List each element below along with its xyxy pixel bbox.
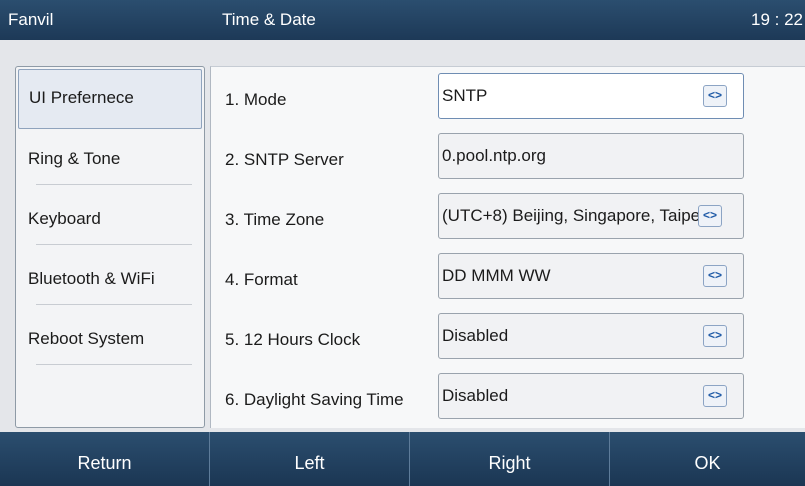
settings-panel: 1. Mode SNTP <> 2. SNTP Server 0.pool.nt… [210,66,805,428]
time-zone-value: (UTC+8) Beijing, Singapore, Taipei [442,206,704,225]
format-label: 4. Format [225,270,298,289]
left-right-arrows-icon[interactable]: <> [698,205,722,227]
right-button[interactable]: Right [410,432,609,486]
ok-button[interactable]: OK [610,432,805,486]
format-value: DD MMM WW [442,266,551,285]
daylight-saving-time-label: 6. Daylight Saving Time [225,390,404,409]
12-hours-clock-value: Disabled [442,326,509,345]
sntp-server-field[interactable]: 0.pool.ntp.org [438,133,744,179]
sidebar: UI Prefernece Ring & Tone Keyboard Bluet… [15,66,205,428]
time-zone-select[interactable]: (UTC+8) Beijing, Singapore, Taipei <> [438,193,744,239]
brand-label: Fanvil [8,10,54,29]
sidebar-divider [36,364,192,365]
sidebar-item-keyboard[interactable]: Keyboard [16,189,204,249]
daylight-saving-time-value: Disabled [442,386,509,405]
sidebar-divider [36,304,192,305]
left-button[interactable]: Left [210,432,409,486]
format-select[interactable]: DD MMM WW <> [438,253,744,299]
left-right-arrows-icon[interactable]: <> [703,325,727,347]
12-hours-clock-label: 5. 12 Hours Clock [225,330,361,349]
content-area: UI Prefernece Ring & Tone Keyboard Bluet… [0,40,805,432]
sidebar-item-bluetooth-wifi[interactable]: Bluetooth & WiFi [16,249,204,309]
return-button[interactable]: Return [0,432,209,486]
clock: 19 : 22 [751,10,803,29]
sntp-server-label: 2. SNTP Server [225,150,344,169]
mode-value: SNTP [442,86,488,105]
sntp-server-value: 0.pool.ntp.org [442,146,546,165]
left-right-arrows-icon[interactable]: <> [703,385,727,407]
sidebar-item-ui-preference[interactable]: UI Prefernece [18,69,202,129]
top-bar: Fanvil Time & Date 19 : 22 [0,0,805,40]
12-hours-clock-select[interactable]: Disabled <> [438,313,744,359]
daylight-saving-time-select[interactable]: Disabled <> [438,373,744,419]
mode-select[interactable]: SNTP <> [438,73,744,119]
time-zone-label: 3. Time Zone [225,210,325,229]
sidebar-item-ring-tone[interactable]: Ring & Tone [16,129,204,189]
softkey-bar: Return Left Right OK [0,432,805,486]
left-right-arrows-icon[interactable]: <> [703,265,727,287]
sidebar-divider [36,244,192,245]
sidebar-item-reboot-system[interactable]: Reboot System [16,309,204,369]
left-right-arrows-icon[interactable]: <> [703,85,727,107]
mode-label: 1. Mode [225,90,287,109]
page-title: Time & Date [222,10,316,29]
sidebar-divider [36,184,192,185]
